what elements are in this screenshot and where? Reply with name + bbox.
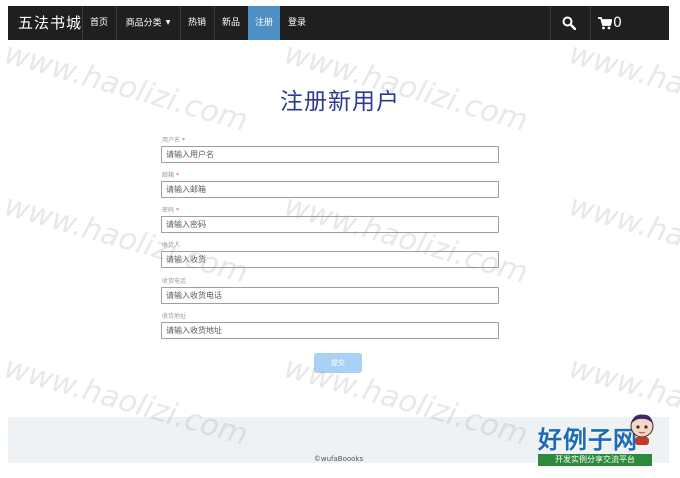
nav-new[interactable]: 新品 [216,6,246,40]
password-label: 密码 * [162,205,179,214]
nav-divider [116,6,117,40]
cart-button[interactable]: 0 [598,6,638,40]
mascot-icon [630,414,654,445]
email-input[interactable] [161,181,499,198]
nav-divider [214,6,215,40]
email-label: 邮箱 * [162,170,179,179]
required-mark: * [175,207,179,214]
watermark-text: www.haolizi.com [565,188,680,291]
username-label: 用户名 * [162,135,185,144]
watermark-logo-subtitle: 开发实例分享交流平台 [538,454,652,466]
nav-divider [180,6,181,40]
cart-count: 0 [613,15,622,31]
email-label-text: 邮箱 [162,172,175,179]
required-mark: * [181,137,185,144]
phone-label-text: 收货电话 [162,278,187,285]
nav-divider [82,6,83,40]
watermark-text: www.haolizi.com [280,188,532,291]
nav-hot[interactable]: 热销 [182,6,212,40]
submit-button[interactable]: 提交 [314,353,362,373]
address-label-text: 收货地址 [162,313,187,320]
receiver-input[interactable] [161,251,499,268]
nav-home[interactable]: 首页 [84,6,114,40]
phone-label: 收货电话 [162,276,186,285]
nav-divider [590,6,591,40]
password-input[interactable] [161,216,499,233]
address-label: 收货地址 [162,311,186,320]
nav-categories-dropdown[interactable]: 商品分类 ▼ [118,6,178,40]
page-title: 注册新用户 [280,89,400,115]
cart-icon [598,16,613,29]
receiver-label: 收货人 [162,240,180,249]
brand-logo[interactable]: 五法书城 [18,6,82,40]
search-icon [562,16,577,31]
nav-categories-label: 商品分类 [125,18,162,29]
receiver-label-text: 收货人 [162,242,181,249]
password-label-text: 密码 [162,207,175,214]
nav-login[interactable]: 登录 [282,6,312,40]
caret-down-icon: ▼ [165,19,171,26]
username-label-text: 用户名 [162,137,181,144]
top-navbar: 五法书城 首页 商品分类 ▼ 热销 新品 注册 登录 0 [8,6,669,40]
nav-divider [550,6,551,40]
watermark-logo-title: 好例子网 [538,426,638,454]
watermark-text: www.haolizi.com [0,188,252,291]
username-input[interactable] [161,146,499,163]
required-mark: * [175,172,179,179]
search-button[interactable] [562,6,582,40]
nav-register[interactable]: 注册 [248,6,280,40]
address-input[interactable] [161,322,499,339]
phone-input[interactable] [161,287,499,304]
